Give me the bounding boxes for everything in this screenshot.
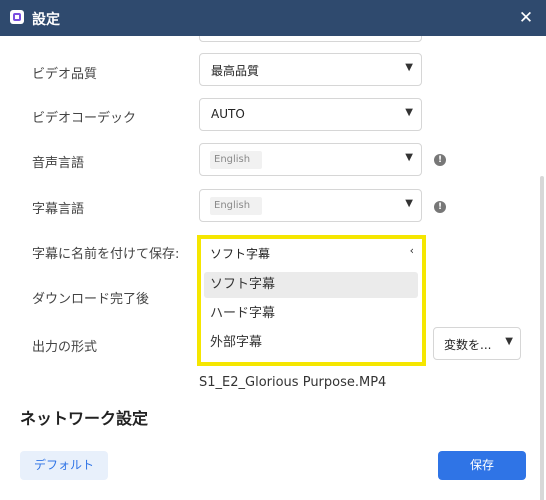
app-icon — [10, 10, 24, 24]
chevron-down-icon: ▼ — [405, 152, 413, 163]
dropdown-highlight — [197, 235, 426, 366]
save-subtitle-label: 字幕に名前を付けて保存: — [32, 247, 180, 262]
video-codec-label: ビデオコーデック — [32, 111, 137, 126]
default-button[interactable]: デフォルト — [20, 451, 108, 480]
video-codec-select[interactable]: AUTO ▼ — [199, 98, 422, 131]
network-section-title: ネットワーク設定 — [20, 409, 149, 428]
variable-select[interactable]: 変数を... ▼ — [433, 327, 521, 360]
chevron-down-icon: ▼ — [405, 107, 413, 118]
subtitle-language-label: 字幕言語 — [32, 202, 85, 217]
title-bar: 設定 ✕ — [0, 0, 546, 36]
save-button[interactable]: 保存 — [438, 451, 526, 480]
video-quality-label: ビデオ品質 — [32, 67, 98, 82]
video-codec-value: AUTO — [211, 107, 245, 121]
chevron-down-icon: ▼ — [405, 62, 413, 73]
chevron-down-icon: ▼ — [505, 336, 513, 347]
output-format-label: 出力の形式 — [32, 340, 98, 355]
info-icon[interactable]: ! — [434, 201, 446, 213]
video-quality-select[interactable]: 最高品質 ▼ — [199, 53, 422, 86]
settings-panel: ビデオ品質 最高品質 ▼ ビデオコーデック AUTO ▼ 音声言語 Englis… — [0, 36, 546, 500]
window-title: 設定 — [32, 12, 60, 28]
info-icon[interactable]: ! — [434, 154, 446, 166]
video-quality-value: 最高品質 — [211, 64, 260, 78]
subtitle-language-value: English — [210, 197, 263, 215]
after-download-label: ダウンロード完了後 — [32, 292, 150, 307]
close-icon[interactable]: ✕ — [516, 8, 536, 28]
audio-language-select[interactable]: English ▼ — [199, 143, 422, 176]
scrollbar[interactable] — [540, 176, 544, 500]
subtitle-language-select[interactable]: English ▼ — [199, 189, 422, 222]
chevron-down-icon: ▼ — [405, 198, 413, 209]
variable-select-value: 変数を... — [444, 338, 492, 352]
previous-setting-select[interactable] — [199, 36, 422, 42]
filename-preview: S1_E2_Glorious Purpose.MP4 — [199, 375, 387, 390]
audio-language-label: 音声言語 — [32, 156, 85, 171]
audio-language-value: English — [210, 151, 263, 169]
